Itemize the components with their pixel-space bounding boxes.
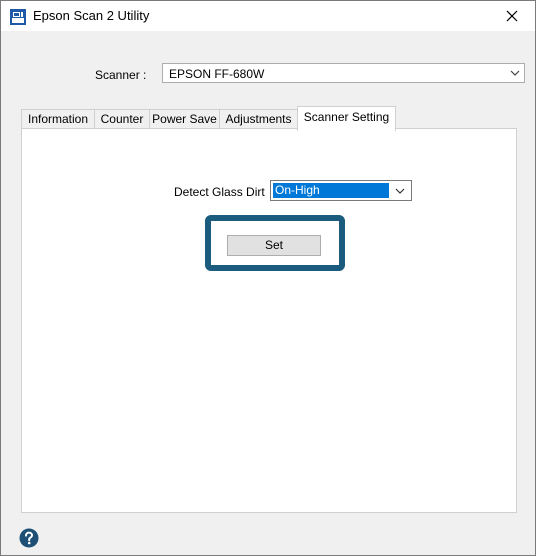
close-button[interactable]: [489, 1, 535, 31]
tab-counter[interactable]: Counter: [94, 109, 150, 129]
help-icon[interactable]: [19, 528, 39, 548]
tab-information[interactable]: Information: [21, 109, 95, 129]
epson-scan-app-icon: [10, 9, 26, 25]
detect-glass-dirt-label: Detect Glass Dirt: [174, 185, 265, 199]
chevron-down-icon: [510, 70, 520, 76]
detect-glass-dirt-dropdown[interactable]: On-High: [270, 180, 412, 201]
close-icon: [506, 10, 518, 22]
set-button[interactable]: Set: [227, 235, 321, 256]
detect-glass-dirt-value: On-High: [273, 183, 389, 198]
title-bar: Epson Scan 2 Utility: [1, 1, 535, 31]
chevron-down-icon: [395, 188, 405, 194]
utility-window: Epson Scan 2 Utility Scanner : EPSON FF-…: [0, 0, 536, 556]
scanner-dropdown[interactable]: EPSON FF-680W: [162, 63, 525, 83]
scanner-setting-panel: Detect Glass Dirt On-High Set: [21, 128, 517, 513]
scanner-label: Scanner :: [95, 68, 147, 82]
tab-scanner-setting[interactable]: Scanner Setting: [297, 106, 396, 131]
tab-adjustments[interactable]: Adjustments: [219, 109, 298, 129]
window-title: Epson Scan 2 Utility: [33, 8, 150, 23]
tab-power-save[interactable]: Power Save: [149, 109, 220, 129]
scanner-selected-value: EPSON FF-680W: [169, 67, 265, 81]
